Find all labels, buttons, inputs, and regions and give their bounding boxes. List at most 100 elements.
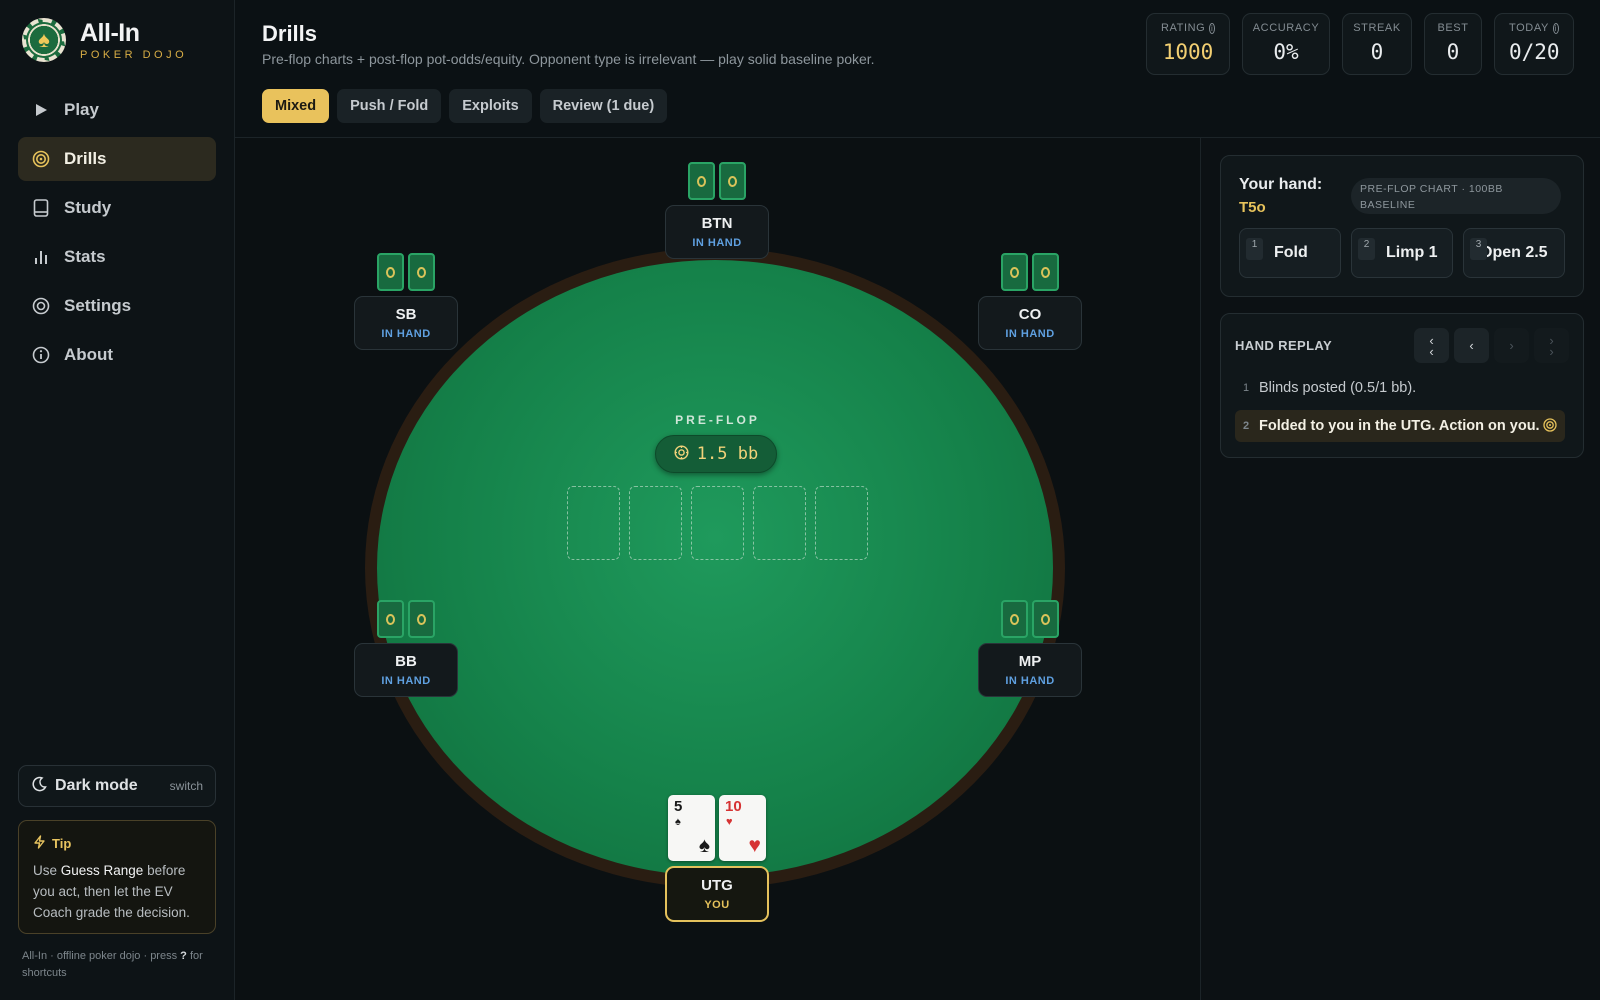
seat-plate: MP IN HAND [978, 643, 1082, 697]
tip-card: Tip Use Guess Range before you act, then… [18, 820, 216, 934]
pot-display: 1.5 bb [655, 435, 777, 473]
hotkey-badge: 3 [1470, 238, 1487, 260]
hotkey-badge: 2 [1358, 238, 1375, 260]
limp-button[interactable]: 2 Limp 1 [1351, 228, 1453, 278]
stat-label: RATING [1161, 22, 1206, 34]
lightning-icon [33, 835, 46, 852]
double-chevron-right-icon: › › [1549, 332, 1554, 359]
tab-review[interactable]: Review (1 due) [539, 89, 668, 123]
chart-badge: PRE-FLOP CHART · 100BB BASELINE [1351, 178, 1561, 214]
replay-step[interactable]: 1 Blinds posted (0.5/1 bb). [1235, 372, 1565, 404]
page-subtitle: Pre-flop charts + post-flop pot-odds/equ… [262, 51, 875, 67]
seat-status: IN HAND [692, 237, 742, 249]
sidebar-item-about[interactable]: About [18, 333, 216, 377]
tip-body: Use Guess Range before you act, then let… [33, 860, 201, 923]
stat-value: 0 [1446, 40, 1460, 64]
board-card-slot [753, 486, 806, 560]
seat-name: BTN [701, 215, 733, 232]
next-step-button[interactable]: › [1494, 328, 1529, 363]
app-name: All-In [80, 19, 140, 47]
open-raise-button[interactable]: 3 Open 2.5 [1463, 228, 1565, 278]
community-board [567, 486, 877, 560]
seat-mp: MP IN HAND [978, 600, 1082, 697]
board-card-slot [629, 486, 682, 560]
brand[interactable]: ♠ All-In POKER DOJO [22, 18, 187, 62]
info-icon[interactable]: i [1209, 22, 1215, 34]
info-icon[interactable]: i [1552, 22, 1559, 34]
play-icon [32, 101, 50, 119]
action-buttons: 1 Fold 2 Limp 1 3 Open 2.5 [1239, 228, 1575, 278]
first-step-button[interactable]: ‹ ‹ [1414, 328, 1449, 363]
bar-chart-icon [32, 248, 50, 266]
sidebar-item-settings[interactable]: Settings [18, 284, 216, 328]
tab-exploits[interactable]: Exploits [449, 89, 532, 123]
step-text: Folded to you in the UTG. Action on you. [1259, 418, 1540, 434]
drill-tabs: Mixed Push / Fold Exploits Review (1 due… [262, 89, 675, 123]
stat-label: TODAY [1509, 22, 1549, 34]
heart-icon: ♥ [748, 834, 761, 857]
stat-accuracy: ACCURACY 0% [1242, 13, 1330, 75]
board-card-slot [567, 486, 620, 560]
stat-streak: STREAK 0 [1342, 13, 1412, 75]
seat-name: CO [1018, 306, 1042, 323]
seat-name: SB [395, 306, 417, 323]
hand-value: T5o [1239, 199, 1266, 216]
shortcut-key: ? [180, 950, 187, 962]
stat-value: 1000 [1162, 40, 1214, 64]
page-title: Drills [262, 21, 318, 46]
sidebar-item-label: Stats [64, 247, 106, 266]
hole-cards-back [354, 253, 458, 291]
seat-bb: BB IN HAND [354, 600, 458, 697]
chip-icon [674, 444, 689, 464]
book-icon [32, 199, 50, 217]
sidebar: ♠ All-In POKER DOJO Play Drills Study St… [0, 0, 235, 1000]
hotkey-badge: 1 [1246, 238, 1263, 260]
card-rank: 5 [674, 798, 683, 815]
stat-label: BEST [1437, 22, 1469, 34]
card-back [408, 253, 435, 291]
replay-step-current[interactable]: 2 Folded to you in the UTG. Action on yo… [1235, 410, 1565, 442]
target-icon [1543, 417, 1557, 435]
stat-value: 0/20 [1509, 40, 1560, 64]
stat-label: STREAK [1353, 22, 1401, 34]
tab-mixed[interactable]: Mixed [262, 89, 330, 123]
replay-title: HAND REPLAY [1235, 338, 1333, 353]
seat-co: CO IN HAND [978, 253, 1082, 350]
sidebar-item-study[interactable]: Study [18, 186, 216, 230]
chevron-left-icon: ‹ [1469, 338, 1474, 353]
tip-title: Tip [52, 836, 72, 851]
sidebar-footer: All-In · offline poker dojo · press ? fo… [22, 948, 212, 982]
fold-button[interactable]: 1 Fold [1239, 228, 1341, 278]
dark-mode-toggle[interactable]: Dark mode switch [18, 765, 216, 807]
dark-mode-switch-label: switch [169, 779, 203, 793]
sidebar-item-stats[interactable]: Stats [18, 235, 216, 279]
card-rank: 10 [725, 798, 742, 815]
seat-btn: BTN IN HAND [665, 162, 769, 259]
sidebar-item-play[interactable]: Play [18, 88, 216, 132]
board-card-slot [815, 486, 868, 560]
sidebar-item-drills[interactable]: Drills [18, 137, 216, 181]
seat-utg-hero: 5 ♠ ♠ 10 ♥ ♥ UTG YOU [665, 795, 769, 922]
stats-bar: RATING i 1000 ACCURACY 0% STREAK 0 BEST 0… [1134, 13, 1574, 75]
tab-push-fold[interactable]: Push / Fold [337, 89, 442, 123]
stat-today: TODAY i 0/20 [1494, 13, 1574, 75]
card-back [1001, 253, 1028, 291]
seat-plate: UTG YOU [665, 866, 769, 922]
card-back [1001, 600, 1028, 638]
stat-label: ACCURACY [1252, 22, 1320, 34]
hand-card: Your hand: T5o PRE-FLOP CHART · 100BB BA… [1220, 155, 1584, 297]
stat-value: 0 [1370, 40, 1384, 64]
card-back [719, 162, 746, 200]
street-label: PRE-FLOP [675, 413, 760, 427]
prev-step-button[interactable]: ‹ [1454, 328, 1489, 363]
seat-status: IN HAND [381, 328, 431, 340]
your-hand-label: Your hand: [1239, 176, 1323, 193]
page-header: Drills Pre-flop charts + post-flop pot-o… [235, 0, 1600, 138]
seat-status: YOU [704, 899, 730, 911]
seat-name: MP [1018, 653, 1042, 670]
last-step-button[interactable]: › › [1534, 328, 1569, 363]
sidebar-item-label: About [64, 345, 114, 364]
board-card-slot [691, 486, 744, 560]
double-chevron-left-icon: ‹ ‹ [1429, 332, 1434, 359]
sidebar-item-label: Drills [64, 149, 107, 168]
